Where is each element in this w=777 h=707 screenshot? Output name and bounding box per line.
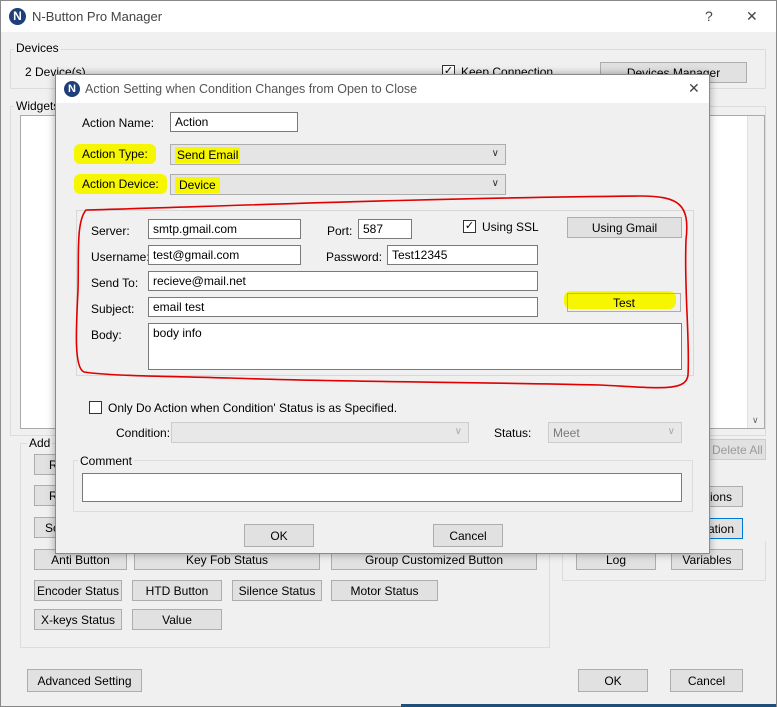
red-annotation-outline (75, 195, 690, 389)
